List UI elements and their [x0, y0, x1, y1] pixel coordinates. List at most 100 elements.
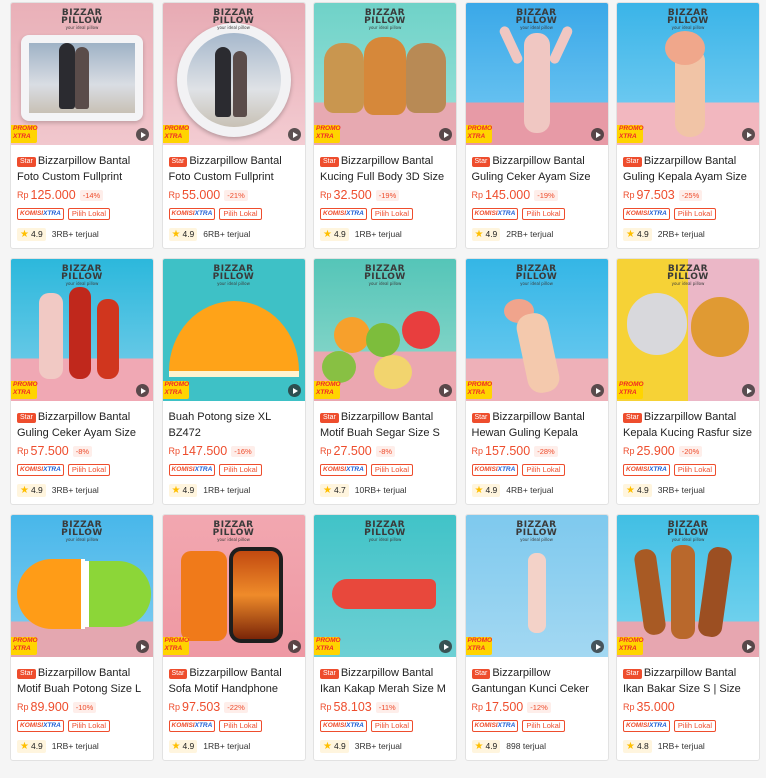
bizzar-pillow-logo: BIZZAR PILLOW your ideal pillow	[212, 8, 255, 31]
star-seller-badge: Star	[320, 157, 339, 167]
product-card[interactable]: BIZZAR PILLOW your ideal pillow PROMO XTRA …	[313, 2, 457, 249]
product-card[interactable]: BIZZAR PILLOW your ideal pillow PROMO XTRA …	[616, 2, 760, 249]
product-title[interactable]: Star Bizzarpillow Bantal Foto Custom Full…	[17, 153, 147, 185]
star-seller-badge: Star	[320, 669, 339, 679]
product-card[interactable]: BIZZAR PILLOW your ideal pillow PROMO XTRA …	[464, 2, 609, 249]
price-row: Rp 125.000 -14%	[17, 187, 147, 203]
product-title[interactable]: Star Bizzarpillow Bantal Guling Kepala Ay…	[623, 153, 753, 185]
pilih-lokal-badge: Pilih Lokal	[219, 719, 262, 732]
product-image[interactable]: BIZZAR PILLOW your ideal pillow PROMO XTRA	[617, 515, 759, 657]
product-card[interactable]: BIZZAR PILLOW your ideal pillow PROMO XTRA …	[10, 514, 154, 761]
product-image[interactable]: BIZZAR PILLOW your ideal pillow PROMO XTRA	[162, 515, 305, 657]
currency-label: Rp	[623, 702, 635, 712]
product-image[interactable]: BIZZAR PILLOW your ideal pillow PROMO XTRA	[314, 3, 456, 145]
product-card[interactable]: BIZZAR PILLOW your ideal pillow PROMO XTRA …	[10, 2, 154, 249]
badge-row: KOMISI XTRA Pilih Lokal	[471, 207, 602, 220]
product-card[interactable]: BIZZAR PILLOW your ideal pillow PROMO XTRA …	[161, 2, 306, 249]
play-icon[interactable]	[136, 384, 149, 397]
product-card[interactable]: BIZZAR PILLOW your ideal pillow PROMO XTRA …	[616, 514, 760, 761]
product-title[interactable]: Star Bizzarpillow Bantal Motif Buah Poton…	[17, 665, 147, 697]
sold-count: 1RB+ terjual	[203, 485, 251, 495]
badge-row: KOMISI XTRA Pilih Lokal	[168, 207, 299, 220]
product-image[interactable]: BIZZAR PILLOW your ideal pillow PROMO XTRA	[617, 259, 759, 401]
product-image[interactable]: BIZZAR PILLOW your ideal pillow PROMO XTRA	[314, 259, 456, 401]
play-icon[interactable]	[590, 384, 604, 397]
product-title[interactable]: Star Bizzarpillow Bantal Kepala Kucing Ra…	[623, 409, 753, 441]
sold-count: 3RB+ terjual	[354, 741, 402, 751]
badge-row: KOMISI XTRA Pilih Lokal	[17, 719, 147, 732]
star-seller-badge: Star	[623, 157, 642, 167]
discount-badge: -16%	[231, 445, 255, 457]
price: 35.000	[636, 700, 675, 714]
product-card[interactable]: BIZZAR PILLOW your ideal pillow PROMO XTRA …	[10, 258, 154, 505]
product-image[interactable]: BIZZAR PILLOW your ideal pillow PROMO XTRA	[11, 3, 153, 145]
rating-badge: ★ 4.9	[168, 739, 198, 753]
product-image[interactable]: BIZZAR PILLOW your ideal pillow PROMO XTRA	[465, 259, 608, 401]
product-card[interactable]: BIZZAR PILLOW your ideal pillow PROMO XTRA …	[161, 514, 306, 761]
price-row: Rp 97.503 -25%	[623, 187, 753, 203]
product-title[interactable]: Star Bizzarpillow Bantal Hewan Guling Kep…	[471, 409, 602, 441]
product-title[interactable]: Star Bizzarpillow Bantal Sofa Motif Handp…	[168, 665, 299, 697]
play-icon[interactable]	[439, 640, 452, 653]
product-title[interactable]: Star Bizzarpillow Bantal Guling Ceker Aya…	[471, 153, 602, 185]
play-icon[interactable]	[439, 128, 452, 141]
product-title[interactable]: Star Bizzarpillow Bantal Kucing Full Body…	[320, 153, 450, 185]
product-image[interactable]: BIZZAR PILLOW your ideal pillow PROMO XTRA	[465, 3, 608, 145]
product-card[interactable]: BIZZAR PILLOW your ideal pillow PROMO XTRA …	[464, 514, 609, 761]
product-title[interactable]: Star Bizzarpillow Bantal Ikan Bakar Size …	[623, 665, 753, 697]
play-icon[interactable]	[590, 640, 604, 653]
product-image[interactable]: BIZZAR PILLOW your ideal pillow PROMO XTRA	[11, 259, 153, 401]
promo-xtra-badge: PROMO XTRA	[465, 637, 492, 655]
product-title[interactable]: Star Bizzarpillow Bantal Foto Custom Full…	[168, 153, 299, 185]
promo-xtra-badge: PROMO XTRA	[314, 637, 341, 655]
currency-label: Rp	[623, 446, 635, 456]
discount-badge: -21%	[224, 189, 248, 201]
product-card[interactable]: BIZZAR PILLOW your ideal pillow PROMO XTRA …	[313, 258, 457, 505]
star-icon: ★	[626, 228, 635, 240]
price-row: Rp 58.103 -11%	[320, 699, 450, 715]
product-image[interactable]: BIZZAR PILLOW your ideal pillow PROMO XTRA	[465, 515, 608, 657]
sold-count: 1RB+ terjual	[203, 741, 251, 751]
play-icon[interactable]	[136, 640, 149, 653]
product-image[interactable]: BIZZAR PILLOW your ideal pillow PROMO XTRA	[314, 515, 456, 657]
pilih-lokal-badge: Pilih Lokal	[370, 463, 414, 476]
product-title[interactable]: Star Bizzarpillow Bantal Guling Ceker Aya…	[17, 409, 147, 441]
price-row: Rp 27.500 -8%	[320, 443, 450, 459]
star-icon: ★	[626, 484, 635, 496]
product-title[interactable]: Buah Potong size XL BZ472	[169, 409, 299, 441]
product-image[interactable]: BIZZAR PILLOW your ideal pillow PROMO XTRA	[162, 259, 305, 401]
play-icon[interactable]	[742, 128, 755, 141]
product-title[interactable]: Star Bizzarpillow Bantal Motif Buah Segar…	[320, 409, 450, 441]
badge-row: KOMISI XTRA Pilih Lokal	[320, 463, 450, 476]
product-card[interactable]: BIZZAR PILLOW your ideal pillow PROMO XTRA …	[616, 258, 760, 505]
play-icon[interactable]	[287, 640, 301, 653]
product-title[interactable]: Star Bizzarpillow Bantal Ikan Kakap Merah…	[320, 665, 450, 697]
price-row: Rp 157.500 -28%	[472, 443, 602, 459]
product-card[interactable]: BIZZAR PILLOW your ideal pillow PROMO XTRA …	[464, 258, 609, 505]
product-image[interactable]: BIZZAR PILLOW your ideal pillow PROMO XTRA	[11, 515, 153, 657]
star-icon: ★	[323, 740, 332, 752]
product-card[interactable]: BIZZAR PILLOW your ideal pillow PROMO XTRA …	[313, 514, 457, 761]
currency-label: Rp	[168, 190, 181, 200]
play-icon[interactable]	[742, 384, 755, 397]
product-card[interactable]: BIZZAR PILLOW your ideal pillow PROMO XTRA …	[161, 258, 306, 505]
play-icon[interactable]	[439, 384, 452, 397]
play-icon[interactable]	[287, 384, 301, 397]
rating-row: ★ 4.9 2RB+ terjual	[623, 227, 753, 241]
price: 157.500	[485, 444, 531, 458]
star-seller-badge: Star	[471, 669, 491, 679]
pilih-lokal-badge: Pilih Lokal	[219, 207, 262, 220]
currency-label: Rp	[320, 702, 332, 712]
play-icon[interactable]	[742, 640, 755, 653]
komisi-xtra-badge: KOMISI XTRA	[320, 719, 367, 732]
play-icon[interactable]	[287, 128, 301, 141]
play-icon[interactable]	[590, 128, 604, 141]
product-image[interactable]: BIZZAR PILLOW your ideal pillow PROMO XTRA	[617, 3, 759, 145]
badge-row: KOMISI XTRA Pilih Lokal	[623, 463, 753, 476]
play-icon[interactable]	[136, 128, 149, 141]
bizzar-pillow-logo: BIZZAR PILLOW your ideal pillow	[61, 8, 103, 31]
product-title[interactable]: StarBizzarpillow Gantungan Kunci Ceker A…	[471, 665, 602, 697]
product-image[interactable]: BIZZAR PILLOW your ideal pillow PROMO XTRA	[162, 3, 305, 145]
price: 57.500	[30, 444, 69, 458]
price: 89.900	[30, 700, 69, 714]
